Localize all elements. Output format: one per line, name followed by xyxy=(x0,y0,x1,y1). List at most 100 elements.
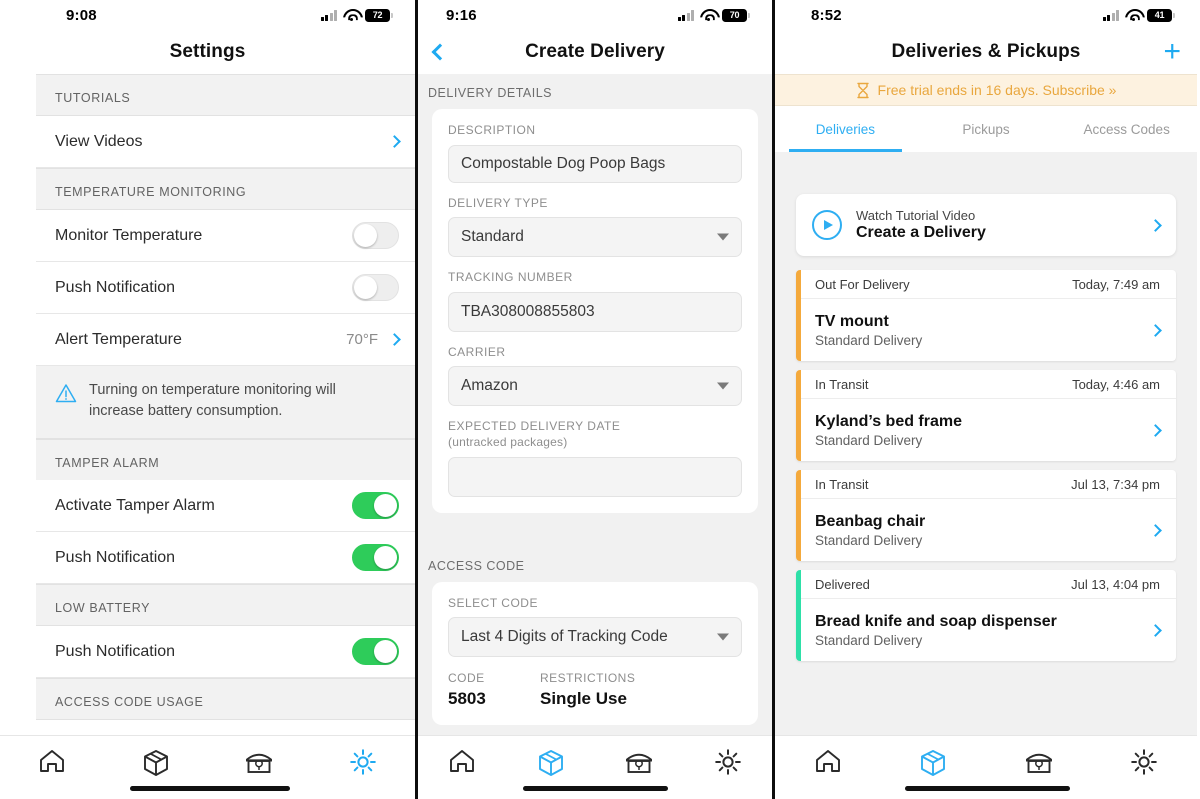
delivery-row-tv-mount[interactable]: Out For Delivery Today, 7:49 am TV mount… xyxy=(796,270,1176,361)
delivery-time: Jul 13, 4:04 pm xyxy=(1071,576,1160,592)
status-color-bar xyxy=(796,370,801,461)
toggle-battery-push-notification[interactable] xyxy=(352,638,399,666)
field-tracking-number: TRACKING NUMBER TBA308008855803 xyxy=(448,270,742,332)
chevron-right-icon xyxy=(1149,423,1162,437)
settings-row-temp-push-notification[interactable]: Push Notification xyxy=(36,262,415,314)
toggle-activate-tamper-alarm[interactable] xyxy=(352,492,399,520)
tab-home[interactable] xyxy=(418,748,507,774)
delivery-subtitle: Standard Delivery xyxy=(815,432,923,448)
section-header-access-code-usage: ACCESS CODE USAGE xyxy=(36,678,415,721)
chevron-right-icon xyxy=(1149,218,1162,232)
settings-row-alert-temperature[interactable]: Alert Temperature 70°F xyxy=(36,314,415,366)
delivery-type-select[interactable]: Standard xyxy=(448,217,742,258)
tab-packages[interactable] xyxy=(507,748,596,778)
status-color-bar xyxy=(796,270,801,361)
toggle-temp-push-notification[interactable] xyxy=(352,274,399,301)
three-phone-screenshots: 9:08 72 Settings TUTORIALS View Videos T… xyxy=(0,0,1200,799)
settings-row-battery-push-notification[interactable]: Push Notification xyxy=(36,626,415,679)
alert-temperature-value: 70°F xyxy=(346,331,378,348)
deliveries-content: Free trial ends in 16 days. Subscribe » … xyxy=(775,74,1197,763)
tab-deliveries[interactable]: Deliveries xyxy=(775,106,916,152)
home-icon xyxy=(450,750,475,772)
nav-bar-create-delivery: Create Delivery xyxy=(418,30,772,74)
tab-home[interactable] xyxy=(0,748,104,774)
package-icon xyxy=(143,750,168,776)
tracking-number-input[interactable]: TBA308008855803 xyxy=(448,291,742,332)
gear-icon xyxy=(714,749,741,775)
tab-packages[interactable] xyxy=(881,748,987,778)
toggle-tamper-push-notification[interactable] xyxy=(352,544,399,572)
field-label: DESCRIPTION xyxy=(448,123,536,137)
row-label: Push Notification xyxy=(55,548,176,566)
battery-level: 72 xyxy=(372,9,383,20)
home-icon xyxy=(815,750,840,772)
status-time: 8:52 xyxy=(811,6,842,24)
chevron-right-icon xyxy=(1149,523,1162,537)
toggle-monitor-temperature[interactable] xyxy=(352,222,399,249)
chevron-down-icon xyxy=(717,382,729,390)
delivery-row-beanbag-chair[interactable]: In Transit Jul 13, 7:34 pm Beanbag chair… xyxy=(796,470,1176,561)
delivery-row-header: In Transit Today, 4:46 am xyxy=(796,370,1176,399)
tab-settings[interactable] xyxy=(311,748,415,776)
field-label: CARRIER xyxy=(448,344,506,359)
status-indicators: 72 xyxy=(320,8,393,22)
trial-banner[interactable]: Free trial ends in 16 days. Subscribe » xyxy=(775,74,1197,106)
settings-list: TUTORIALS View Videos TEMPERATURE MONITO… xyxy=(0,74,415,763)
tab-packages[interactable] xyxy=(104,748,208,778)
description-input[interactable]: Compostable Dog Poop Bags xyxy=(448,144,742,183)
delivery-row-body: TV mount Standard Delivery xyxy=(796,299,1176,361)
field-description: DESCRIPTION Compostable Dog Poop Bags xyxy=(448,123,742,183)
delivery-time: Today, 7:49 am xyxy=(1072,276,1160,292)
delivery-subtitle: Standard Delivery xyxy=(815,332,923,348)
field-label-sub: (untracked packages) xyxy=(448,434,568,449)
settings-row-view-videos[interactable]: View Videos xyxy=(36,116,415,168)
row-label: Push Notification xyxy=(55,642,176,660)
delivery-status: Out For Delivery xyxy=(815,276,910,292)
field-delivery-type: DELIVERY TYPE Standard xyxy=(448,196,742,258)
add-button[interactable]: + xyxy=(1163,37,1181,67)
trial-banner-text: Free trial ends in 16 days. Subscribe » xyxy=(877,82,1117,98)
delivery-time: Today, 4:46 am xyxy=(1072,376,1160,392)
segmented-tabs: Deliveries Pickups Access Codes xyxy=(775,106,1197,152)
tab-pickups[interactable]: Pickups xyxy=(916,106,1057,152)
wifi-icon xyxy=(343,9,359,22)
expected-delivery-date-input[interactable] xyxy=(448,456,742,497)
back-button[interactable] xyxy=(430,41,452,63)
chevron-down-icon xyxy=(717,233,729,241)
tutorial-card[interactable]: Watch Tutorial Video Create a Delivery xyxy=(796,194,1176,256)
code-table-header: CODE RESTRICTIONS xyxy=(448,671,742,685)
delivery-row-bed-frame[interactable]: In Transit Today, 4:46 am Kyland’s bed f… xyxy=(796,370,1176,461)
tab-access-codes[interactable]: Access Codes xyxy=(1056,106,1197,152)
carrier-select[interactable]: Amazon xyxy=(448,366,742,407)
column-code: CODE xyxy=(448,671,485,686)
delivery-status: In Transit xyxy=(815,376,869,392)
home-indicator xyxy=(523,786,668,791)
tab-settings[interactable] xyxy=(684,748,773,776)
section-header-temperature-monitoring: TEMPERATURE MONITORING xyxy=(36,168,415,210)
temperature-note: Turning on temperature monitoring will i… xyxy=(36,366,415,440)
home-indicator xyxy=(905,786,1070,791)
tutorial-title: Create a Delivery xyxy=(856,224,986,241)
status-bar: 8:52 41 xyxy=(775,0,1197,30)
code-table-row: 5803 Single Use xyxy=(448,689,742,709)
delivery-title: Bread knife and soap dispenser xyxy=(815,612,1057,630)
status-color-bar xyxy=(796,470,801,561)
wifi-icon xyxy=(1125,9,1141,22)
settings-row-tamper-push-notification[interactable]: Push Notification xyxy=(36,532,415,585)
tab-home[interactable] xyxy=(775,748,881,774)
settings-row-monitor-temperature[interactable]: Monitor Temperature xyxy=(36,210,415,262)
settings-row-activate-tamper-alarm[interactable]: Activate Tamper Alarm xyxy=(36,480,415,533)
delivery-title: Kyland’s bed frame xyxy=(815,412,963,430)
tab-mailbox[interactable] xyxy=(208,748,312,776)
delivery-subtitle: Standard Delivery xyxy=(815,532,923,548)
play-circle-icon xyxy=(812,210,842,240)
delivery-row-bread-knife[interactable]: Delivered Jul 13, 4:04 pm Bread knife an… xyxy=(796,570,1176,661)
row-label: Alert Temperature xyxy=(55,330,182,348)
field-label: EXPECTED DELIVERY DATE (untracked packag… xyxy=(448,419,742,450)
tab-mailbox[interactable] xyxy=(986,748,1092,776)
page-title: Settings xyxy=(169,41,246,62)
status-indicators: 41 xyxy=(1102,8,1175,22)
tab-settings[interactable] xyxy=(1092,748,1198,776)
select-code-select[interactable]: Last 4 Digits of Tracking Code xyxy=(448,617,742,658)
tab-mailbox[interactable] xyxy=(595,748,684,776)
